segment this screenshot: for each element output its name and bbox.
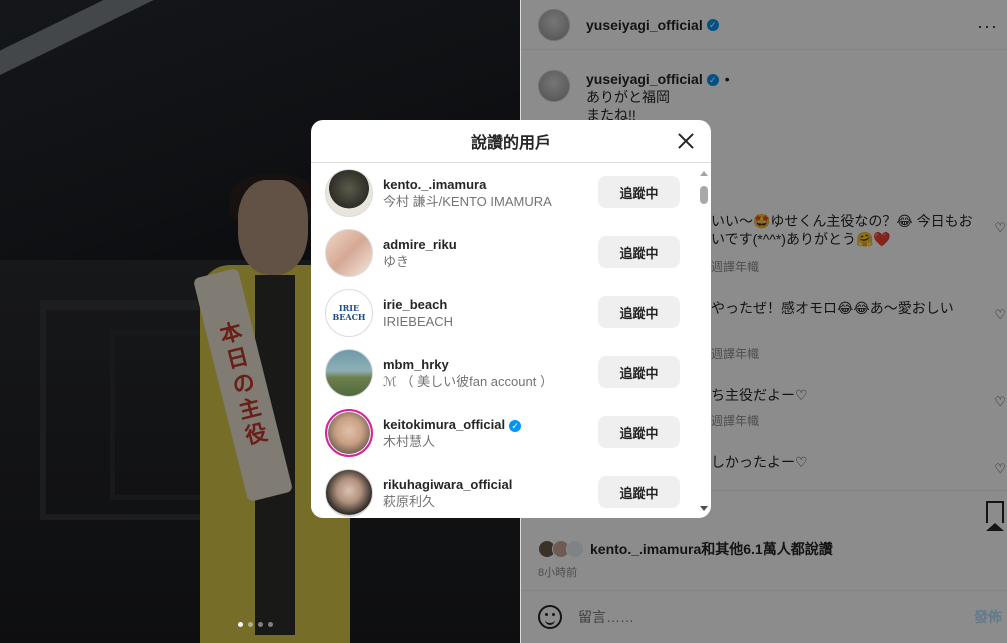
list-item: mbm_hrky ℳ （ 美しい彼fan account ） 追蹤中 bbox=[311, 343, 697, 403]
list-item: keitokimura_official ✓ 木村慧人 追蹤中 bbox=[311, 403, 697, 463]
user-fullname: 萩原利久 bbox=[383, 494, 436, 509]
user-fullname: IRIEBEACH bbox=[383, 314, 454, 329]
carousel-dot[interactable] bbox=[268, 622, 273, 627]
following-button[interactable]: 追蹤中 bbox=[598, 236, 680, 268]
scrollbar-thumb[interactable] bbox=[700, 186, 708, 204]
user-handle-text[interactable]: keitokimura_official bbox=[383, 417, 505, 432]
user-fullname: ゆき bbox=[383, 254, 410, 269]
user-avatar[interactable]: IRIE BEACH bbox=[325, 289, 373, 337]
user-fullname: 木村慧人 bbox=[383, 434, 436, 449]
likes-list: kento._.imamura 今村 謙斗/KENTO IMAMURA 追蹤中 … bbox=[311, 163, 711, 518]
user-handle[interactable]: kento._.imamura bbox=[383, 177, 552, 193]
scroll-up-icon[interactable] bbox=[700, 171, 708, 176]
list-item: kento._.imamura 今村 謙斗/KENTO IMAMURA 追蹤中 bbox=[311, 163, 697, 223]
likes-modal: 說讚的用戶 kento._.imamura 今村 謙斗/KENTO IMAMUR… bbox=[311, 120, 711, 518]
carousel-dot[interactable] bbox=[248, 622, 253, 627]
carousel-dot[interactable] bbox=[238, 622, 243, 627]
user-handle[interactable]: keitokimura_official ✓ bbox=[383, 417, 522, 433]
user-fullname: ℳ （ 美しい彼fan account ） bbox=[383, 374, 553, 389]
close-icon[interactable] bbox=[677, 130, 695, 152]
scrollbar[interactable] bbox=[699, 171, 709, 511]
carousel-dot[interactable] bbox=[258, 622, 263, 627]
modal-title: 說讚的用戶 bbox=[470, 135, 551, 152]
user-avatar[interactable] bbox=[325, 229, 373, 277]
user-handle[interactable]: rikuhagiwara_official bbox=[383, 477, 512, 493]
user-avatar[interactable] bbox=[325, 469, 373, 517]
user-handle[interactable]: irie_beach bbox=[383, 297, 453, 313]
user-avatar[interactable] bbox=[325, 169, 373, 217]
following-button[interactable]: 追蹤中 bbox=[598, 476, 680, 508]
following-button[interactable]: 追蹤中 bbox=[598, 296, 680, 328]
modal-header: 說讚的用戶 bbox=[311, 120, 711, 163]
list-item: rikuhagiwara_official 萩原利久 追蹤中 bbox=[311, 463, 697, 518]
following-button[interactable]: 追蹤中 bbox=[598, 356, 680, 388]
user-avatar[interactable] bbox=[325, 409, 373, 457]
list-item: admire_riku ゆき 追蹤中 bbox=[311, 223, 697, 283]
following-button[interactable]: 追蹤中 bbox=[598, 416, 680, 448]
irie-beach-logo: IRIE BEACH bbox=[332, 303, 366, 322]
verified-icon: ✓ bbox=[509, 419, 522, 432]
user-fullname: 今村 謙斗/KENTO IMAMURA bbox=[383, 194, 552, 209]
list-item: IRIE BEACH irie_beach IRIEBEACH 追蹤中 bbox=[311, 283, 697, 343]
carousel-dots bbox=[238, 622, 273, 627]
user-handle[interactable]: mbm_hrky bbox=[383, 357, 553, 373]
scroll-down-icon[interactable] bbox=[700, 506, 708, 511]
user-avatar[interactable] bbox=[325, 349, 373, 397]
following-button[interactable]: 追蹤中 bbox=[598, 176, 680, 208]
user-handle[interactable]: admire_riku bbox=[383, 237, 457, 253]
